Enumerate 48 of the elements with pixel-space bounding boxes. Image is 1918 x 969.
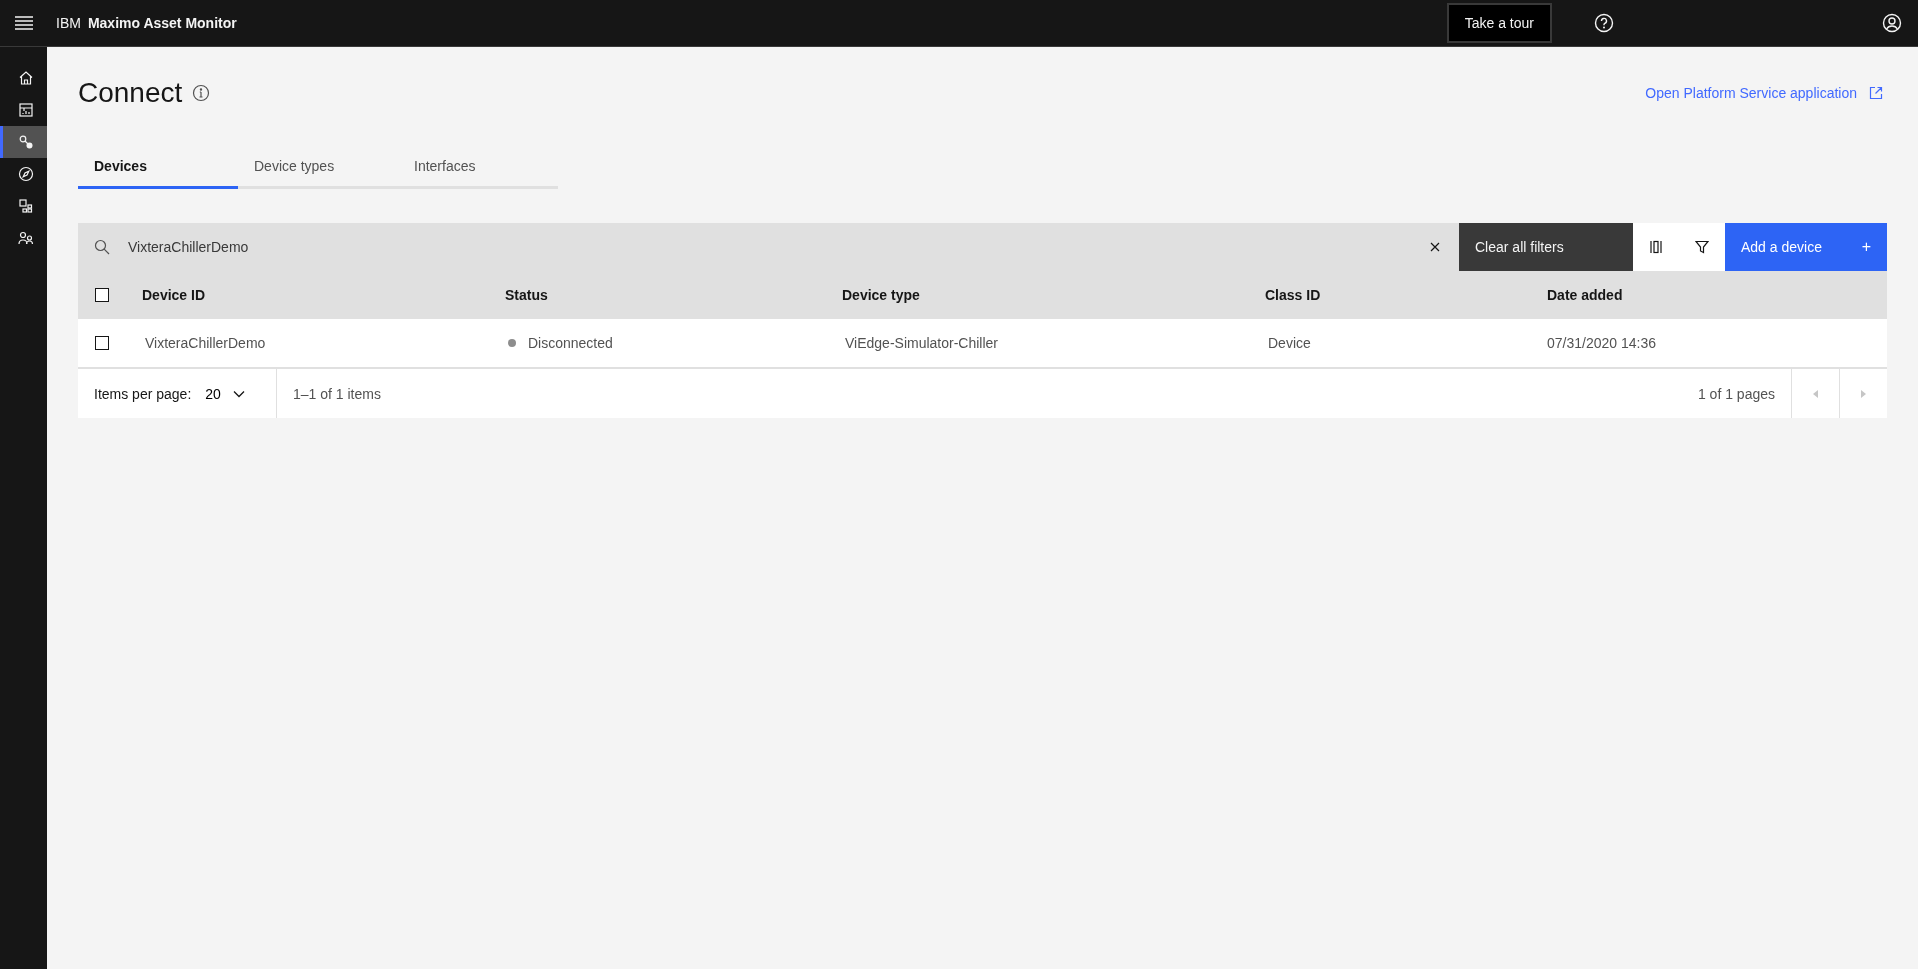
close-icon[interactable] xyxy=(1429,241,1441,253)
page-title: Connect xyxy=(78,77,183,109)
open-platform-link[interactable]: Open Platform Service application xyxy=(1645,85,1883,101)
launch-icon xyxy=(1869,86,1883,100)
item-range: 1–1 of 1 items xyxy=(292,385,381,402)
home-icon xyxy=(18,70,34,86)
page-size-select[interactable]: 20 xyxy=(205,385,245,402)
table-cell-text: VixteraChillerDemo xyxy=(144,335,267,351)
page-count: 1 of 1 pages xyxy=(1697,385,1776,402)
status-text: Disconnected xyxy=(528,335,613,351)
chevron-down-icon xyxy=(232,389,245,398)
brand-name: IBM xyxy=(56,15,81,31)
columns-icon xyxy=(1649,240,1663,254)
search-field[interactable]: VixteraChillerDemo xyxy=(78,223,1459,271)
tab[interactable]: Devices xyxy=(78,153,238,189)
search-icon xyxy=(94,239,110,255)
connect-icon xyxy=(18,134,34,150)
select-all-checkbox[interactable] xyxy=(95,288,109,302)
apps-icon xyxy=(18,198,34,214)
column-header[interactable]: Status xyxy=(489,287,826,303)
info-icon[interactable] xyxy=(192,84,211,102)
table-cell-text: ViEdge-Simulator-Chiller xyxy=(844,335,1000,351)
tab[interactable]: Interfaces xyxy=(398,153,558,189)
row-checkbox[interactable] xyxy=(95,336,109,350)
filter-icon xyxy=(1695,240,1709,254)
table-cell-text: 07/31/2020 14:36 xyxy=(1546,335,1657,351)
take-tour-button[interactable]: Take a tour xyxy=(1446,3,1552,43)
tab[interactable]: Device types xyxy=(238,153,398,189)
column-header[interactable]: Class ID xyxy=(1249,287,1531,303)
column-header[interactable]: Date added xyxy=(1531,287,1887,303)
caret-right-icon xyxy=(1861,390,1866,398)
caret-left-icon xyxy=(1813,390,1818,398)
user-icon[interactable] xyxy=(1882,13,1902,33)
compass-icon xyxy=(18,166,34,182)
people-icon xyxy=(18,230,34,246)
column-header[interactable]: Device type xyxy=(826,287,1249,303)
dashboard-icon xyxy=(18,102,34,118)
clear-filters-button[interactable]: Clear all filters xyxy=(1459,223,1633,271)
sidebar-item[interactable] xyxy=(0,126,47,158)
product-name: Maximo Asset Monitor xyxy=(87,15,237,31)
filter-button[interactable] xyxy=(1679,223,1725,271)
add-device-button[interactable]: Add a device + xyxy=(1725,223,1887,271)
column-header[interactable]: Device ID xyxy=(126,287,489,303)
search-input[interactable]: VixteraChillerDemo xyxy=(126,238,1429,256)
help-icon[interactable] xyxy=(1594,13,1614,33)
columns-button[interactable] xyxy=(1633,223,1679,271)
table-cell-text: Device xyxy=(1267,335,1312,351)
items-per-page-label: Items per page: xyxy=(94,385,192,402)
